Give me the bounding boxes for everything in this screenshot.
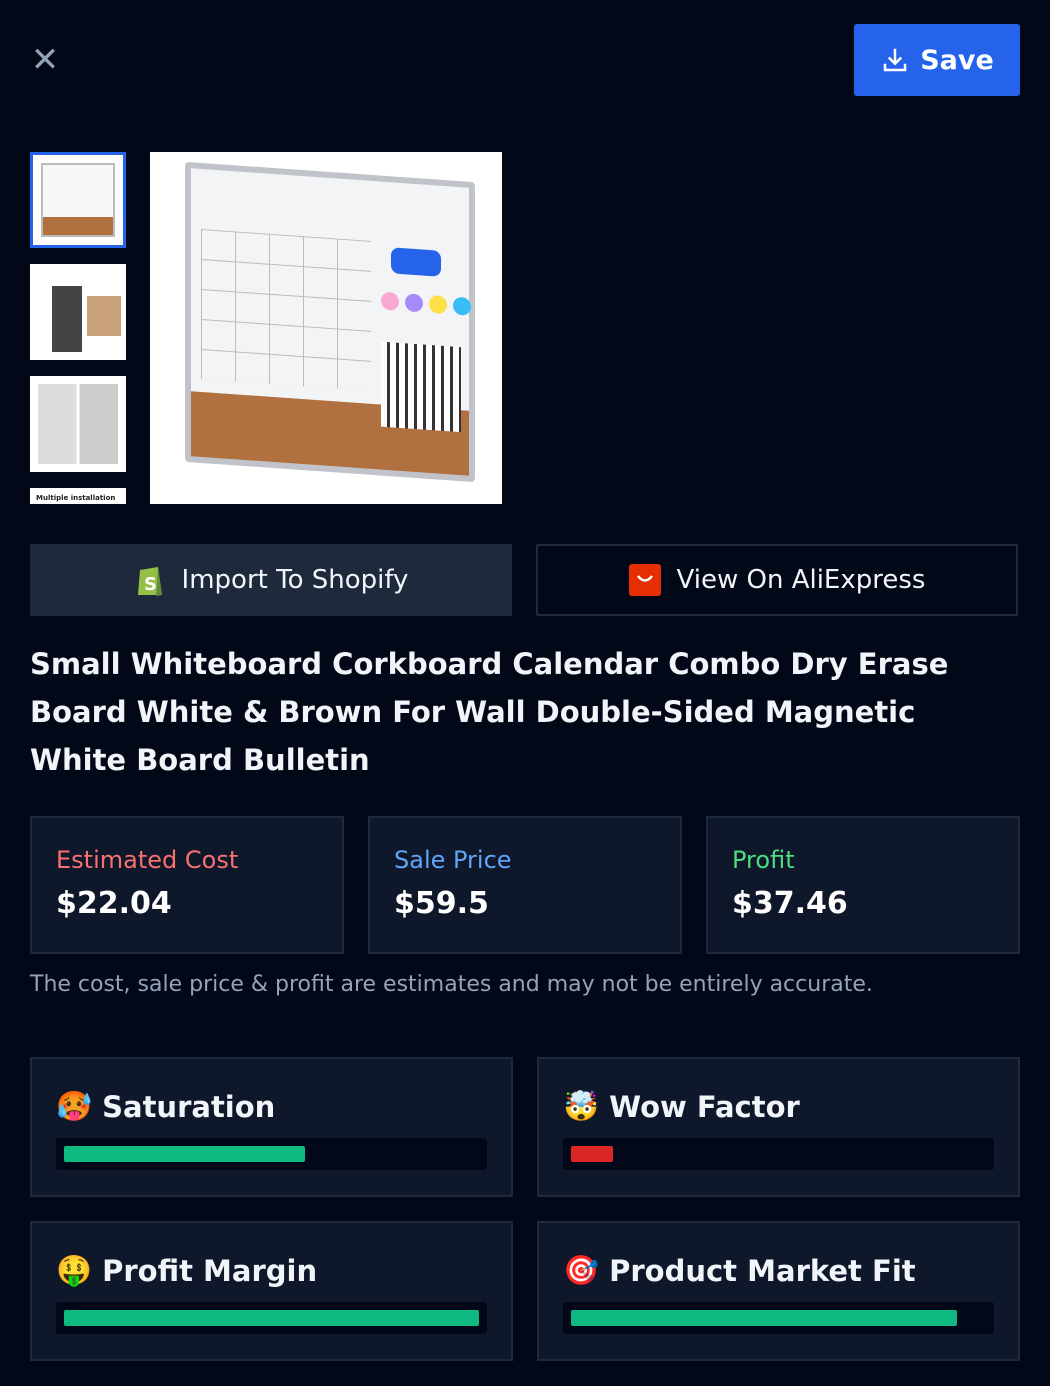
stat-label: Sale Price xyxy=(394,846,512,874)
aliexpress-icon xyxy=(628,564,661,596)
money-mouth-face-icon: 🤑 xyxy=(56,1253,93,1287)
metric-label: Wow Factor xyxy=(609,1089,800,1124)
progress-fill xyxy=(571,1310,957,1326)
main-product-image xyxy=(150,152,502,504)
progress-track xyxy=(56,1138,487,1170)
profit-card: Profit $37.46 xyxy=(706,816,1020,954)
target-icon: 🎯 xyxy=(563,1253,600,1287)
progress-track xyxy=(563,1138,994,1170)
svg-text:S: S xyxy=(144,574,157,595)
progress-fill xyxy=(571,1146,613,1162)
product-title: Small Whiteboard Corkboard Calendar Comb… xyxy=(30,647,949,777)
sale-price-card: Sale Price $59.5 xyxy=(368,816,682,954)
metric-label: Product Market Fit xyxy=(609,1253,916,1288)
thumbnail-caption: Multiple installation ways xyxy=(36,494,116,504)
progress-track xyxy=(563,1302,994,1334)
metric-product-market-fit: 🎯 Product Market Fit xyxy=(537,1221,1020,1361)
thumbnail-2[interactable] xyxy=(30,264,126,360)
stat-label: Profit xyxy=(732,846,795,874)
view-label: View On AliExpress xyxy=(676,565,926,595)
stat-value: $37.46 xyxy=(732,886,848,921)
metric-label: Saturation xyxy=(102,1089,276,1124)
stat-value: $59.5 xyxy=(394,886,489,921)
thumbnail-3[interactable] xyxy=(30,376,126,472)
metric-saturation: 🥵 Saturation xyxy=(30,1057,513,1197)
close-icon[interactable]: ✕ xyxy=(30,43,60,77)
thumbnail-4[interactable]: Multiple installation ways xyxy=(30,488,126,504)
metric-label: Profit Margin xyxy=(102,1253,318,1288)
thumbnail-1[interactable] xyxy=(30,152,126,248)
save-button[interactable]: Save xyxy=(854,24,1020,96)
progress-fill xyxy=(64,1310,479,1326)
exploding-head-icon: 🤯 xyxy=(563,1089,600,1123)
thumbnail-list[interactable]: Multiple installation ways xyxy=(30,152,126,504)
download-icon xyxy=(883,48,907,72)
progress-fill xyxy=(64,1146,305,1162)
stat-value: $22.04 xyxy=(56,886,172,921)
metric-profit-margin: 🤑 Profit Margin xyxy=(30,1221,513,1361)
metric-wow-factor: 🤯 Wow Factor xyxy=(537,1057,1020,1197)
save-label: Save xyxy=(920,44,994,76)
estimated-cost-card: Estimated Cost $22.04 xyxy=(30,816,344,954)
hot-face-icon: 🥵 xyxy=(56,1089,93,1123)
import-label: Import To Shopify xyxy=(181,565,409,595)
view-on-aliexpress-button[interactable]: View On AliExpress xyxy=(536,544,1018,616)
shopify-icon: S xyxy=(137,567,162,596)
disclaimer: The cost, sale price & profit are estima… xyxy=(30,972,873,997)
progress-track xyxy=(56,1302,487,1334)
import-to-shopify-button[interactable]: S Import To Shopify xyxy=(30,544,512,616)
stat-label: Estimated Cost xyxy=(56,846,239,874)
